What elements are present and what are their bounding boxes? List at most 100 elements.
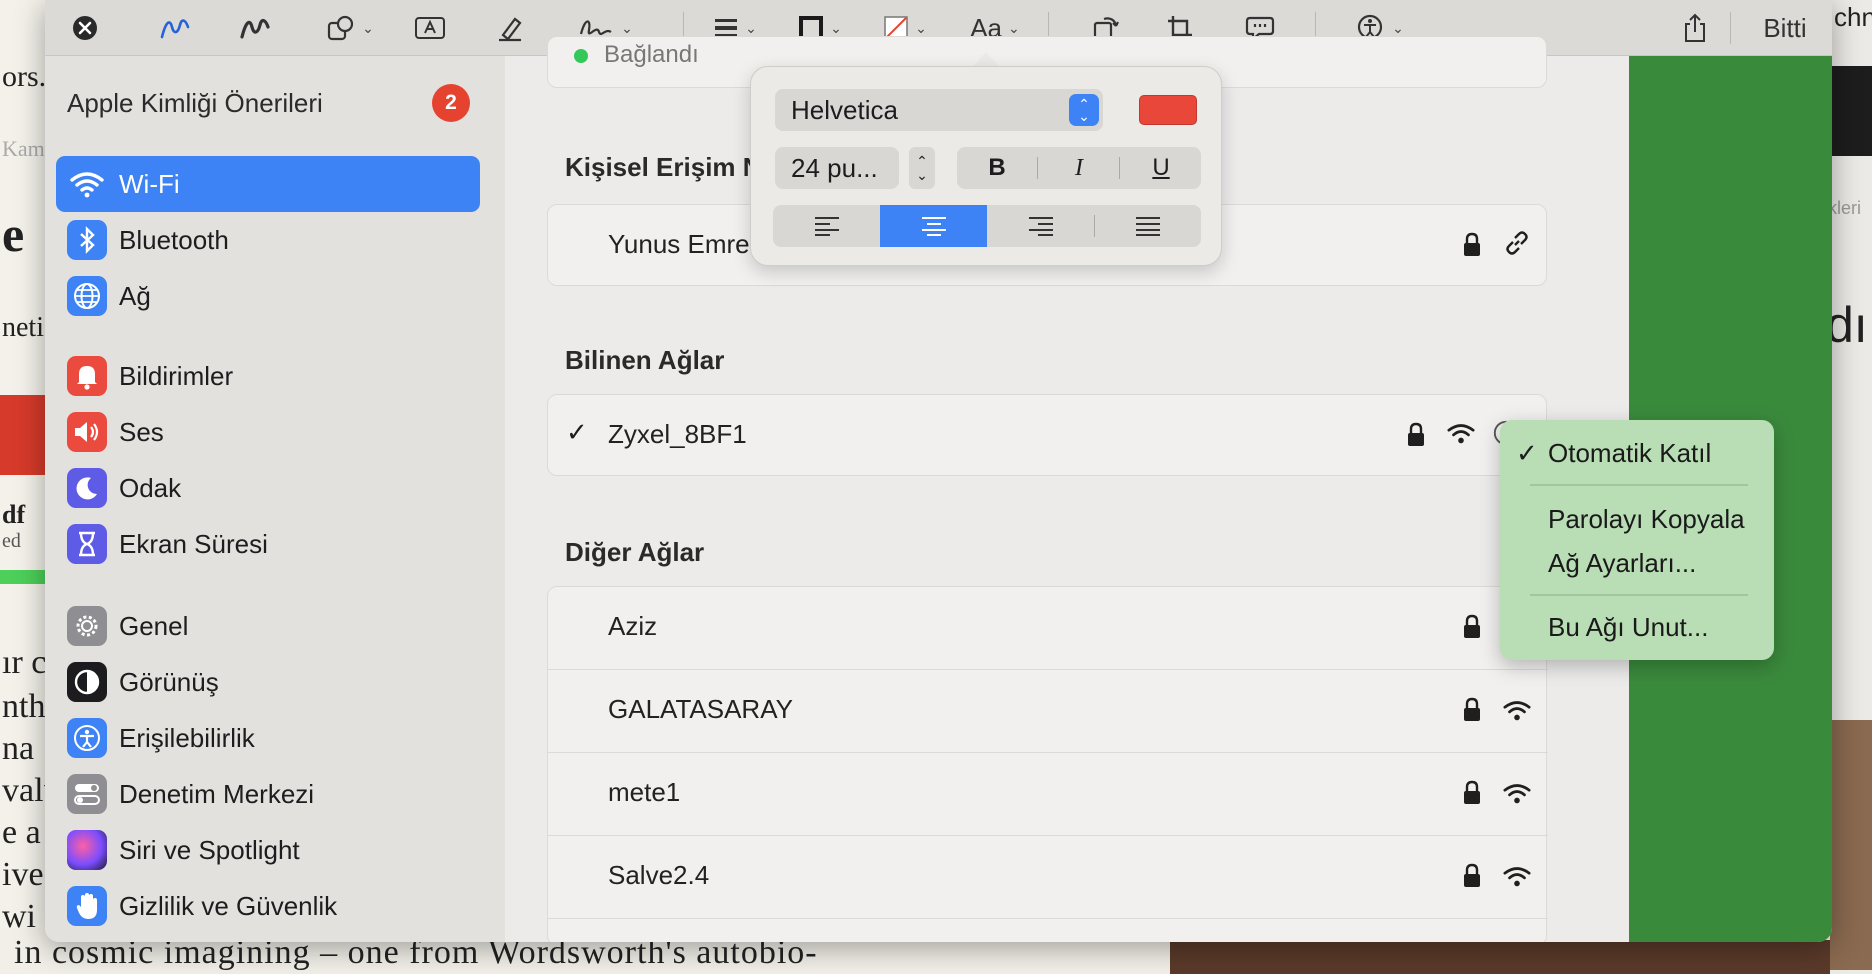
chevron-down-icon: ⌄ <box>1392 19 1404 36</box>
hand-icon <box>67 886 107 926</box>
sidebar-item-privacy-security[interactable]: Gizlilik ve Güvenlik <box>56 878 480 934</box>
bg-fragment: dı, <box>1826 297 1872 353</box>
sidebar: Apple Kimliği Önerileri 2 Wi-Fi Bluetoot… <box>45 56 505 942</box>
sidebar-item-bluetooth[interactable]: Bluetooth <box>56 212 480 268</box>
sidebar-item-label: Ağ <box>119 280 151 311</box>
sidebar-item-label: Bluetooth <box>119 224 229 255</box>
draw-pen-icon[interactable] <box>225 8 285 48</box>
network-row[interactable]: mete1 <box>548 753 1548 835</box>
alignment-segment <box>773 205 1201 247</box>
siri-icon <box>67 830 107 870</box>
shapes-dropdown[interactable]: ⌄ <box>315 8 385 48</box>
network-row[interactable]: GALATASARAY <box>548 670 1548 752</box>
align-justify-button[interactable] <box>1095 205 1201 247</box>
sidebar-item-appearance[interactable]: Görünüş <box>56 654 480 710</box>
status-dot <box>574 49 588 63</box>
text-style-segment: B I U <box>957 147 1201 189</box>
sidebar-item-label: Ekran Süresi <box>119 528 268 559</box>
chevron-down-icon: ⌄ <box>915 19 927 36</box>
connection-status: Bağlandı <box>604 41 699 68</box>
share-icon[interactable] <box>1675 8 1715 48</box>
sidebar-item-accessibility[interactable]: Erişilebilirlik <box>56 710 480 766</box>
bg-fragment: df <box>2 500 26 529</box>
bold-button[interactable]: B <box>957 147 1037 189</box>
chevron-down-icon: ⌄ <box>1008 19 1020 36</box>
font-size-field[interactable]: 24 pu... <box>775 147 899 189</box>
text-box-icon[interactable] <box>405 8 455 48</box>
sidebar-item-label: Siri ve Spotlight <box>119 834 300 865</box>
moon-icon <box>67 468 107 508</box>
known-network-row[interactable]: ✓ Zyxel_8BF1 <box>547 394 1547 476</box>
align-center-button[interactable] <box>880 205 987 247</box>
bg-fragment: na <box>2 730 35 767</box>
wifi-signal-icon <box>1447 419 1475 447</box>
other-networks-title: Diğer Ağlar <box>565 537 705 567</box>
lock-icon <box>1458 613 1486 641</box>
accessibility-icon <box>67 718 107 758</box>
sidebar-item-focus[interactable]: Odak <box>56 460 480 516</box>
text-style-popover: Helvetica ⌃ ⌄ 24 pu... ⌃ ⌄ B I U <box>750 66 1222 266</box>
select-stepper-icon: ⌃ ⌄ <box>1069 94 1099 126</box>
sidebar-item-notifications[interactable]: Bildirimler <box>56 348 480 404</box>
network-context-menu: ✓ Otomatik Katıl Parolayı Kopyala Ağ Aya… <box>1500 420 1774 660</box>
sidebar-item-label: Erişilebilirlik <box>119 722 255 753</box>
font-size-stepper[interactable]: ⌃ ⌄ <box>909 147 935 189</box>
sidebar-item-siri-spotlight[interactable]: Siri ve Spotlight <box>56 822 480 878</box>
sidebar-item-control-center[interactable]: Denetim Merkezi <box>56 766 480 822</box>
menu-separator <box>1530 484 1748 486</box>
lock-icon <box>1402 421 1430 449</box>
menu-item-auto-join[interactable]: Otomatik Katıl <box>1548 438 1711 469</box>
align-left-button[interactable] <box>773 205 880 247</box>
sidebar-item-label: Denetim Merkezi <box>119 778 315 809</box>
sidebar-item-screen-time[interactable]: Ekran Süresi <box>56 516 480 572</box>
sidebar-item-general[interactable]: Genel <box>56 598 480 654</box>
link-icon <box>1503 229 1531 257</box>
apple-id-suggestions-label[interactable]: Apple Kimliği Önerileri <box>67 88 323 119</box>
menu-item-forget-network[interactable]: Bu Ağı Unut... <box>1548 612 1708 643</box>
underline-button[interactable]: U <box>1121 147 1201 189</box>
network-row[interactable]: Aziz <box>548 587 1548 669</box>
menu-item-copy-password[interactable]: Parolayı Kopyala <box>1548 504 1745 535</box>
menu-separator <box>1530 594 1748 596</box>
bell-icon <box>67 356 107 396</box>
sidebar-item-sound[interactable]: Ses <box>56 404 480 460</box>
wifi-signal-icon <box>1503 862 1531 890</box>
bg-fragment: ır c <box>2 644 47 681</box>
wifi-icon <box>67 164 107 204</box>
align-right-button[interactable] <box>987 205 1094 247</box>
font-family-select[interactable]: Helvetica ⌃ ⌄ <box>775 89 1103 131</box>
bg-dark-block <box>1830 66 1872 156</box>
sidebar-item-network[interactable]: Ağ <box>56 268 480 324</box>
bg-fragment: neti <box>2 312 44 343</box>
network-row[interactable]: Salve2.4 <box>548 836 1548 918</box>
known-networks-title: Bilinen Ağlar <box>565 345 725 375</box>
bluetooth-icon <box>67 220 107 260</box>
lock-icon <box>1458 696 1486 724</box>
menu-item-network-settings[interactable]: Ağ Ayarları... <box>1548 548 1696 579</box>
other-networks-card: Aziz GALATASARAY mete1 Salve2.4 <box>547 586 1548 942</box>
font-size-value: 24 pu... <box>791 152 878 183</box>
sidebar-item-label: Bildirimler <box>119 360 234 391</box>
sidebar-item-label: Görünüş <box>119 666 219 697</box>
chevron-down-icon: ⌄ <box>745 19 757 36</box>
sidebar-item-wifi[interactable]: Wi-Fi <box>56 156 480 212</box>
network-name: Zyxel_8BF1 <box>608 419 747 449</box>
menu-checkmark-icon: ✓ <box>1516 438 1538 468</box>
sketch-pen-icon[interactable] <box>145 8 205 48</box>
highlight-icon[interactable] <box>485 8 535 48</box>
network-name: mete1 <box>608 777 681 807</box>
bg-fragment: ed <box>2 530 21 552</box>
bg-fragment: Kam <box>2 136 45 161</box>
bg-fragment: nth <box>2 688 46 725</box>
font-family-value: Helvetica <box>791 94 898 125</box>
bg-fragment: chn <box>1834 2 1872 32</box>
toolbar-divider <box>1730 12 1731 44</box>
italic-button[interactable]: I <box>1039 147 1119 189</box>
sidebar-item-label: Gizlilik ve Güvenlik <box>119 890 338 921</box>
wifi-signal-icon <box>1503 696 1531 724</box>
done-button[interactable]: Bitti <box>1745 8 1825 48</box>
close-button[interactable] <box>65 8 105 48</box>
appearance-icon <box>67 662 107 702</box>
background-photo-strip <box>1170 940 1870 974</box>
text-color-swatch[interactable] <box>1139 95 1197 125</box>
